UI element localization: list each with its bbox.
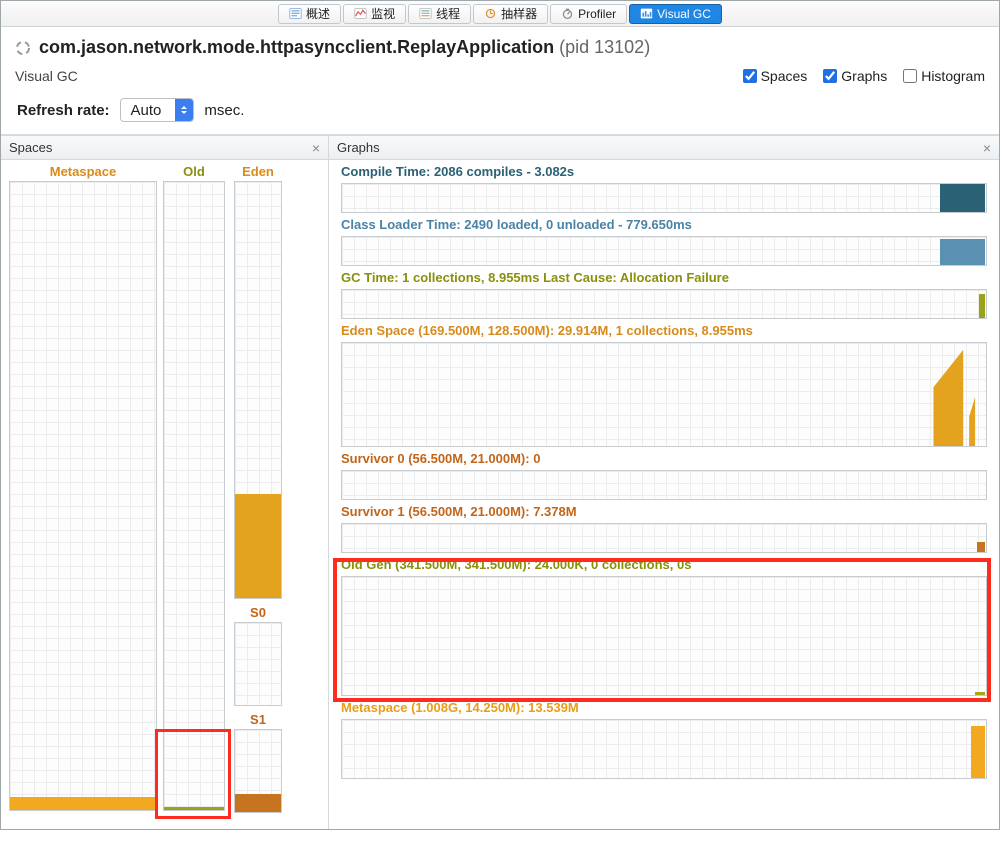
tab-label: 概述 [306, 5, 330, 22]
graph-bar [940, 239, 985, 265]
space-label: S1 [250, 712, 266, 727]
graph-box-metaspace [341, 719, 987, 779]
graphs-pane-header: Graphs × [329, 136, 999, 160]
profiler-icon [561, 7, 574, 20]
space-label: Old [183, 164, 205, 179]
close-icon[interactable]: × [312, 140, 320, 156]
tab-profiler[interactable]: Profiler [550, 4, 627, 24]
tab-label: Visual GC [657, 7, 711, 21]
tab-label: 线程 [436, 5, 460, 22]
tab-sampler[interactable]: 抽样器 [473, 4, 548, 24]
graph-container-classloader [341, 236, 987, 266]
tab-label: Profiler [578, 7, 616, 21]
space-fill [235, 794, 281, 812]
overview-icon [289, 7, 302, 20]
space-metaspace: Metaspace [9, 164, 157, 811]
graph-box-classloader [341, 236, 987, 266]
app-title: com.jason.network.mode.httpasyncclient.R… [39, 37, 554, 57]
space-old-box [163, 181, 225, 811]
tab-visualgc[interactable]: Visual GC [629, 4, 722, 24]
pane-title: Spaces [9, 140, 52, 155]
spaces-pane: Spaces × Metaspace Old [1, 136, 329, 829]
checkbox-spaces-input[interactable] [743, 69, 757, 83]
checkbox-graphs-input[interactable] [823, 69, 837, 83]
graph-title-eden: Eden Space (169.500M, 128.500M): 29.914M… [341, 323, 987, 338]
tab-label: 抽样器 [501, 5, 537, 22]
graph-title-gctime: GC Time: 1 collections, 8.955ms Last Cau… [341, 270, 987, 285]
graph-bar [971, 726, 985, 778]
space-label: Metaspace [50, 164, 116, 179]
checkbox-histogram-input[interactable] [903, 69, 917, 83]
graph-title-oldgen: Old Gen (341.500M, 341.500M): 24.000K, 0… [341, 557, 987, 572]
refresh-label: Refresh rate: [17, 102, 110, 119]
graph-box-oldgen [341, 576, 987, 696]
tab-label: 监视 [371, 5, 395, 22]
graph-box-s0 [341, 470, 987, 500]
app-pid: (pid 13102) [559, 37, 650, 57]
app-header: com.jason.network.mode.httpasyncclient.R… [1, 27, 999, 64]
space-eden-box [234, 181, 282, 599]
graph-title-compile: Compile Time: 2086 compiles - 3.082s [341, 164, 987, 179]
refresh-rate-select[interactable]: Auto [120, 98, 195, 122]
graph-container-s0 [341, 470, 987, 500]
graph-container-oldgen [341, 576, 987, 696]
space-fill [235, 494, 281, 598]
graph-container-metaspace [341, 719, 987, 779]
refresh-rate-value: Auto [121, 102, 176, 119]
close-icon[interactable]: × [983, 140, 991, 156]
tab-threads[interactable]: 线程 [408, 4, 471, 24]
visualgc-icon [640, 7, 653, 20]
graph-box-gctime [341, 289, 987, 319]
refresh-bar: Refresh rate: Auto msec. [1, 90, 999, 134]
graph-box-compile [341, 183, 987, 213]
checkbox-graphs[interactable]: Graphs [823, 68, 887, 84]
refresh-unit: msec. [204, 102, 244, 119]
tab-monitor[interactable]: 监视 [343, 4, 406, 24]
stepper-arrows-icon[interactable] [175, 99, 193, 121]
graph-bar [979, 294, 985, 318]
graph-bar [975, 692, 985, 695]
checkbox-histogram[interactable]: Histogram [903, 68, 985, 84]
graph-bar [977, 542, 985, 552]
graph-box-s1 [341, 523, 987, 553]
space-fill [10, 797, 156, 810]
threads-icon [419, 7, 432, 20]
graph-title-s1: Survivor 1 (56.500M, 21.000M): 7.378M [341, 504, 987, 519]
checkbox-label: Graphs [841, 68, 887, 84]
space-s1-box [234, 729, 282, 813]
sampler-icon [484, 7, 497, 20]
space-old: Old [161, 164, 227, 811]
graph-container-eden [341, 342, 987, 447]
graph-title-classloader: Class Loader Time: 2490 loaded, 0 unload… [341, 217, 987, 232]
space-label: S0 [250, 605, 266, 620]
app-tab-bar: 概述 监视 线程 抽样器 Profiler Visual GC [1, 1, 999, 27]
checkbox-label: Histogram [921, 68, 985, 84]
sub-header: Visual GC Spaces Graphs Histogram [1, 64, 999, 90]
checkbox-spaces[interactable]: Spaces [743, 68, 808, 84]
monitor-icon [354, 7, 367, 20]
checkbox-label: Spaces [761, 68, 808, 84]
tab-overview[interactable]: 概述 [278, 4, 341, 24]
space-s0-box [234, 622, 282, 706]
tool-title: Visual GC [15, 68, 78, 84]
graph-container-compile [341, 183, 987, 213]
graphs-pane: Graphs × Compile Time: 2086 compiles - 3… [329, 136, 999, 829]
pane-title: Graphs [337, 140, 380, 155]
graph-container-s1 [341, 523, 987, 553]
graph-title-metaspace: Metaspace (1.008G, 14.250M): 13.539M [341, 700, 987, 715]
graph-box-eden [341, 342, 987, 447]
graph-title-s0: Survivor 0 (56.500M, 21.000M): 0 [341, 451, 987, 466]
loading-spinner-icon [15, 40, 31, 56]
graph-bar [940, 184, 985, 212]
space-metaspace-box [9, 181, 157, 811]
graph-container-gctime [341, 289, 987, 319]
space-eden-stack: Eden S0 S1 [231, 164, 285, 813]
space-fill [164, 807, 224, 810]
spaces-pane-header: Spaces × [1, 136, 328, 160]
space-label: Eden [242, 164, 274, 179]
